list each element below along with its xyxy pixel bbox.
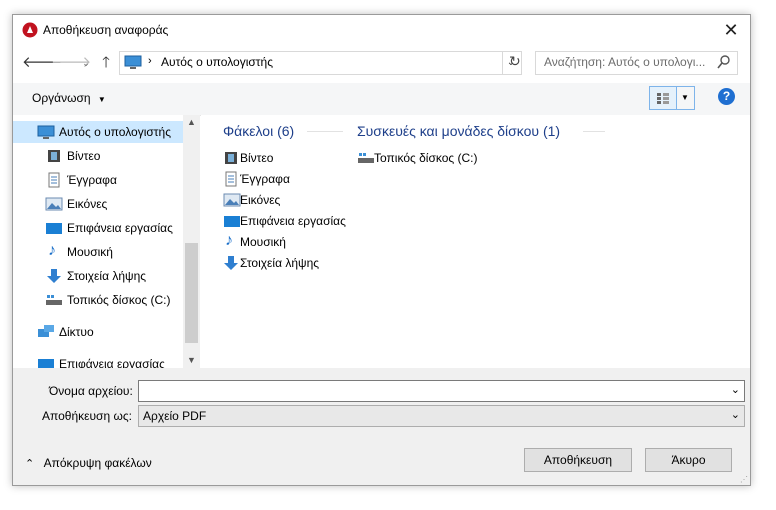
documents-icon (224, 171, 238, 190)
sidebar-item-label: Στοιχεία λήψης (67, 269, 147, 283)
view-options-button[interactable] (649, 86, 677, 110)
sidebar-item-videos[interactable]: Βίντεο (13, 145, 183, 167)
help-icon[interactable]: ? (718, 88, 735, 105)
folder-item-downloads[interactable]: Στοιχεία λήψης (223, 254, 343, 272)
sidebar-item-downloads[interactable]: Στοιχεία λήψης (13, 265, 183, 287)
divider (307, 131, 343, 132)
organize-button[interactable]: Οργάνωση ▼ (32, 91, 106, 105)
search-input[interactable]: Αναζήτηση: Αυτός ο υπολογι... (544, 55, 705, 69)
save-button[interactable]: Αποθήκευση (524, 448, 632, 472)
sidebar-item-label: Μουσική (67, 245, 113, 259)
folder-item-videos[interactable]: Βίντεο (223, 149, 343, 167)
toolbar: Οργάνωση ▼ ▼ ? (13, 83, 750, 116)
cancel-button[interactable]: Άκυρο (645, 448, 732, 472)
refresh-button[interactable]: ↻ (509, 53, 521, 70)
hide-folders-button[interactable]: ⌃ Απόκρυψη φακέλων (25, 456, 152, 470)
sidebar-item-desktop[interactable]: Επιφάνεια εργασίας (13, 217, 183, 239)
sidebar-item-music[interactable]: ♪ Μουσική (13, 241, 183, 263)
computer-icon (37, 125, 55, 143)
pictures-icon (45, 197, 63, 214)
save-dialog: Αποθήκευση αναφοράς ✕ 🡐 🡒 ⌄ 🡑 › Αυτός ο … (12, 14, 751, 486)
window-title: Αποθήκευση αναφοράς (43, 23, 169, 37)
savetype-select[interactable]: Αρχείο PDF ⌄ (138, 405, 745, 427)
content-pane: Φάκελοι (6) Συσκευές και μονάδες δίσκου … (201, 115, 750, 368)
up-button[interactable]: 🡑 (96, 53, 116, 73)
folder-item-label: Στοιχεία λήψης (240, 256, 320, 270)
sidebar-item-label: Εικόνες (67, 197, 108, 211)
folder-item-music[interactable]: ♪ Μουσική (223, 232, 343, 251)
navigation-pane: Αυτός ο υπολογιστής Βίντεο Έγγραφα Εικόν… (13, 115, 200, 368)
folder-item-pictures[interactable]: Εικόνες (223, 191, 343, 209)
search-box[interactable]: Αναζήτηση: Αυτός ο υπολογι... (535, 51, 738, 75)
downloads-icon (223, 255, 239, 274)
device-item-local-disk[interactable]: Τοπικός δίσκος (C:) (357, 149, 497, 167)
divider (583, 131, 605, 132)
music-icon: ♪ (225, 232, 233, 249)
sidebar-item-this-pc[interactable]: Αυτός ο υπολογιστής (13, 121, 183, 143)
title-bar: Αποθήκευση αναφοράς ✕ (13, 15, 750, 45)
resize-grip-icon[interactable]: ⋰ (740, 475, 748, 484)
video-icon (47, 149, 61, 166)
chevron-up-icon: ⌃ (25, 458, 35, 470)
app-icon (22, 22, 38, 38)
scroll-down-icon[interactable]: ▼ (187, 355, 196, 365)
desktop-icon (37, 358, 55, 368)
sidebar-item-documents[interactable]: Έγγραφα (13, 169, 183, 191)
downloads-icon (46, 268, 62, 287)
sidebar-item-label: Τοπικός δίσκος (C:) (67, 293, 171, 307)
back-button[interactable]: 🡐 (22, 53, 62, 73)
recent-dropdown-icon[interactable]: ⌄ (76, 53, 96, 73)
video-icon (224, 151, 238, 168)
sidebar-item-label: Έγγραφα (67, 173, 117, 187)
scrollbar-thumb[interactable] (185, 243, 198, 343)
savetype-value: Αρχείο PDF (143, 409, 207, 423)
breadcrumb[interactable]: Αυτός ο υπολογιστής (161, 55, 273, 69)
sidebar-item-network[interactable]: Δίκτυο (13, 321, 183, 343)
sidebar-item-label: Βίντεο (67, 149, 101, 163)
network-icon (37, 324, 55, 343)
bottom-panel: Όνομα αρχείου: ⌄ Αποθήκευση ως: Αρχείο P… (13, 368, 750, 485)
desktop-icon (223, 215, 241, 231)
search-icon (717, 54, 731, 73)
sidebar-item-desktop-2[interactable]: Επιφάνεια εργασίας (13, 353, 183, 368)
folder-item-documents[interactable]: Έγγραφα (223, 170, 343, 188)
desktop-icon (45, 222, 63, 238)
scroll-up-icon[interactable]: ▲ (187, 117, 196, 127)
documents-icon (47, 172, 61, 191)
organize-label: Οργάνωση (32, 91, 91, 105)
folder-item-label: Έγγραφα (240, 172, 290, 186)
folder-item-label: Επιφάνεια εργασίας (240, 214, 346, 228)
pictures-icon (223, 193, 241, 210)
folder-item-label: Βίντεο (240, 151, 274, 165)
view-icon (657, 93, 669, 104)
drive-icon (357, 152, 375, 167)
close-button[interactable]: ✕ (718, 17, 744, 43)
sidebar-item-local-disk[interactable]: Τοπικός δίσκος (C:) (13, 289, 183, 311)
computer-icon (124, 55, 142, 73)
sidebar-item-label: Επιφάνεια εργασίας (67, 221, 173, 235)
forward-button[interactable]: 🡒 (51, 53, 91, 73)
chevron-down-icon: ▼ (97, 95, 106, 104)
sidebar-item-pictures[interactable]: Εικόνες (13, 193, 183, 215)
folder-item-label: Εικόνες (240, 193, 281, 207)
devices-group-header[interactable]: Συσκευές και μονάδες δίσκου (1) (357, 123, 560, 139)
device-item-label: Τοπικός δίσκος (C:) (374, 151, 478, 165)
folder-item-label: Μουσική (240, 235, 286, 249)
address-bar[interactable]: › Αυτός ο υπολογιστής (119, 51, 503, 75)
sidebar-item-label: Αυτός ο υπολογιστής (59, 125, 171, 139)
breadcrumb-separator-icon: › (148, 55, 152, 67)
savetype-label: Αποθήκευση ως: (42, 409, 132, 423)
hide-folders-label: Απόκρυψη φακέλων (43, 456, 152, 470)
chevron-down-icon: ⌄ (730, 409, 740, 421)
filename-label: Όνομα αρχείου: (49, 384, 133, 398)
music-icon: ♪ (48, 242, 56, 259)
folder-item-desktop[interactable]: Επιφάνεια εργασίας (223, 212, 353, 230)
filename-field[interactable]: ⌄ (138, 380, 745, 402)
sidebar-item-label: Επιφάνεια εργασίας (59, 357, 165, 368)
view-dropdown-icon[interactable]: ▼ (676, 86, 695, 110)
folders-group-header[interactable]: Φάκελοι (6) (223, 123, 294, 139)
sidebar-item-label: Δίκτυο (59, 325, 94, 339)
drive-icon (45, 294, 63, 309)
chevron-down-icon[interactable]: ⌄ (731, 383, 740, 396)
